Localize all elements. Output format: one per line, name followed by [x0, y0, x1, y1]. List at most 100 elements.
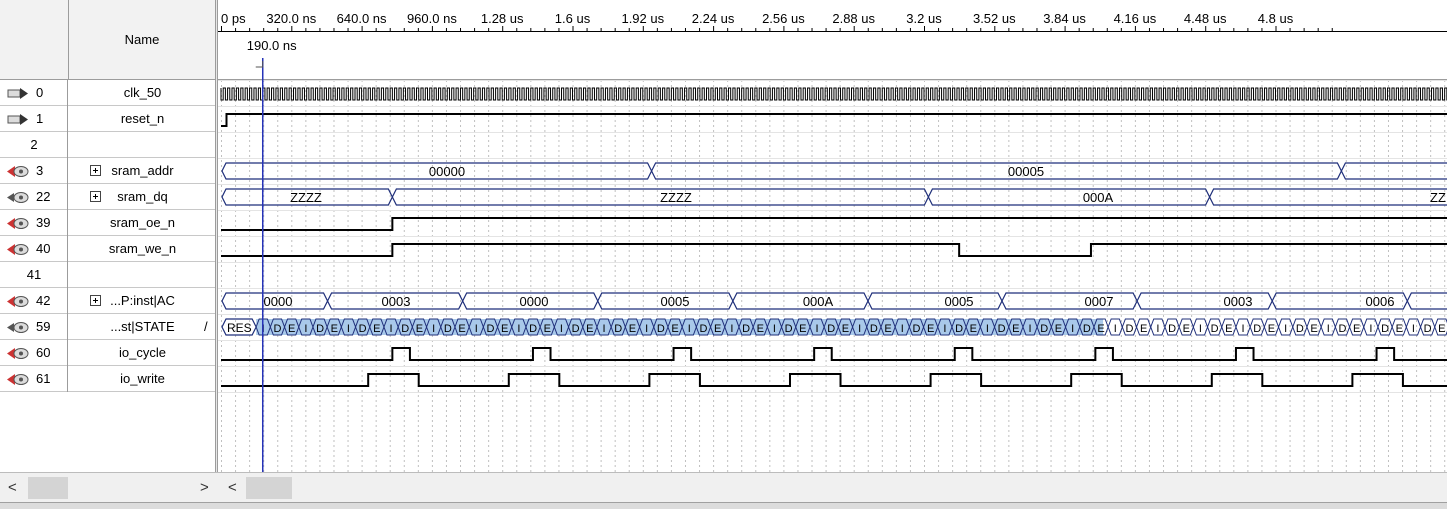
signal-name-cell[interactable]: reset_n — [70, 106, 215, 132]
state-bus-value: I — [517, 323, 520, 335]
state-bus-value: D — [614, 323, 622, 335]
signal-name-cell[interactable]: sram_dq — [70, 184, 215, 210]
state-bus-value: E — [1097, 323, 1104, 335]
signal-row[interactable]: 60 io_cycle — [0, 340, 215, 366]
signal-name: reset_n — [120, 111, 165, 126]
state-bus-value: I — [304, 323, 307, 335]
signal-name-cell[interactable] — [70, 132, 215, 158]
state-bus-value: D — [1040, 323, 1048, 335]
pin-output-icon — [7, 374, 29, 385]
signal-row[interactable]: 1 reset_n — [0, 106, 215, 132]
pin-output-icon — [7, 296, 29, 307]
signal-name: clk_50 — [123, 85, 162, 100]
time-tick-label: 1.92 us — [621, 11, 664, 26]
state-bus-value: I — [943, 323, 946, 335]
time-tick-label: 4.48 us — [1184, 11, 1227, 26]
wave-scroll-left-button[interactable]: < — [228, 479, 237, 496]
signal-list-pane: Name 0 clk_50 1 reset_n 2 3 sram_addr 22 sram_dq… — [0, 0, 216, 472]
ac-bus-value: 0000 — [520, 294, 549, 309]
state-bus-value: E — [757, 323, 764, 335]
ac-bus-value: 0006 — [1366, 294, 1395, 309]
time-tick-label: 2.88 us — [832, 11, 875, 26]
state-bus-value: E — [842, 323, 849, 335]
signal-row[interactable]: 59 ...st|STATE / — [0, 314, 215, 340]
name-column-header[interactable]: Name — [69, 0, 215, 80]
index-column-header — [0, 0, 69, 80]
ac-bus-value: 0005 — [661, 294, 690, 309]
ac-bus-value: 0000 — [264, 294, 293, 309]
sram-we-n-waveform — [221, 243, 1447, 257]
signal-name-cell[interactable]: io_write — [70, 366, 215, 392]
state-bus-value: E — [884, 323, 891, 335]
state-bus-value: I — [1114, 323, 1117, 335]
waveform-pane[interactable]: 0 ps 320.0 ns 640.0 ns 960.0 ns 1.28 us 1.6 u… — [218, 0, 1447, 472]
time-tick-label: 4.8 us — [1258, 11, 1294, 26]
signal-name-cell[interactable]: sram_oe_n — [70, 210, 215, 236]
state-bus-value: I — [390, 323, 393, 335]
sram-dq-bus-value: 000A — [1083, 190, 1114, 205]
signal-index: 1 — [36, 111, 44, 126]
state-bus-value: D — [827, 323, 835, 335]
signal-name-cell[interactable]: ...P:inst|AC — [70, 288, 215, 314]
signal-row[interactable]: 40 sram_we_n — [0, 236, 215, 262]
state-bus-value: E — [927, 323, 934, 335]
state-bus-value: I — [688, 323, 691, 335]
state-bus-value: E — [1140, 323, 1147, 335]
names-scroll-right-button[interactable]: > — [200, 479, 209, 496]
signal-index-cell: 41 — [0, 262, 68, 288]
pin-input-icon — [7, 114, 28, 125]
signal-index: 39 — [36, 215, 51, 230]
time-tick-label: 3.52 us — [973, 11, 1016, 26]
signal-index: 3 — [36, 163, 44, 178]
time-tick-label: 640.0 ns — [337, 11, 387, 26]
signal-index: 0 — [36, 85, 44, 100]
signal-name: sram_dq — [117, 189, 168, 204]
signal-row[interactable]: 39 sram_oe_n — [0, 210, 215, 236]
ac-bus-segment — [1001, 292, 1138, 310]
state-bus-value: I — [1412, 323, 1415, 335]
state-bus-value: E — [1183, 323, 1190, 335]
ac-bus-value: 0003 — [1224, 294, 1253, 309]
state-bus-value: I — [475, 323, 478, 335]
state-bus-value: I — [347, 323, 350, 335]
pin-output-icon — [7, 218, 29, 229]
waveform-canvas[interactable]: 0 ps 320.0 ns 640.0 ns 960.0 ns 1.28 us 1.6 u… — [218, 0, 1447, 472]
ac-bus-value: 0003 — [382, 294, 411, 309]
signal-row[interactable]: 2 — [0, 132, 215, 158]
state-bus-value: D — [955, 323, 963, 335]
signal-name-cell[interactable]: sram_we_n — [70, 236, 215, 262]
signal-name: sram_oe_n — [109, 215, 176, 230]
names-scroll-left-button[interactable]: < — [8, 479, 17, 496]
wave-scroll-thumb[interactable] — [246, 477, 292, 499]
signal-name-cell[interactable]: ...st|STATE / — [70, 314, 215, 340]
state-bus-value: I — [1199, 323, 1202, 335]
state-bus-value: D — [742, 323, 750, 335]
state-bus-value: E — [714, 323, 721, 335]
state-bus-value: E — [458, 323, 465, 335]
signal-row[interactable]: 61 io_write — [0, 366, 215, 392]
state-bus-value: E — [970, 323, 977, 335]
signal-index-cell: 3 — [0, 158, 68, 184]
signal-name-cell[interactable]: sram_addr — [70, 158, 215, 184]
state-bus-value: E — [629, 323, 636, 335]
sram-dq-bus-segment — [1208, 188, 1447, 206]
state-bus-value: I — [1029, 323, 1032, 335]
signal-index: 59 — [36, 319, 51, 334]
signal-index-cell: 40 — [0, 236, 68, 262]
names-scroll-thumb[interactable] — [28, 477, 68, 499]
state-bus-value: E — [501, 323, 508, 335]
signal-row[interactable]: 22 sram_dq — [0, 184, 215, 210]
signal-name-cell[interactable] — [70, 262, 215, 288]
signal-row[interactable]: 0 clk_50 — [0, 80, 215, 106]
state-bus-value: E — [1310, 323, 1317, 335]
time-tick-label: 2.24 us — [692, 11, 735, 26]
state-bus-value: E — [331, 323, 338, 335]
signal-name-cell[interactable]: io_cycle — [70, 340, 215, 366]
pin-output-icon — [7, 348, 29, 359]
signal-row[interactable]: 42 ...P:inst|AC — [0, 288, 215, 314]
signal-row[interactable]: 3 sram_addr — [0, 158, 215, 184]
sram-dq-bus-segment — [927, 188, 1211, 206]
signal-row[interactable]: 41 — [0, 262, 215, 288]
signal-name-suffix: / — [204, 319, 208, 334]
signal-name-cell[interactable]: clk_50 — [70, 80, 215, 106]
